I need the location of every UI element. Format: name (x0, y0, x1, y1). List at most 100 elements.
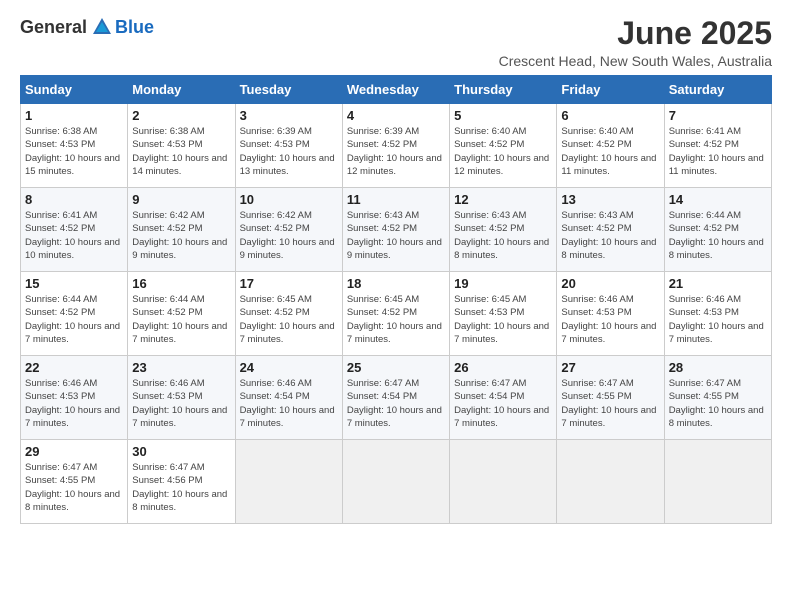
day-info: Sunrise: 6:38 AMSunset: 4:53 PMDaylight:… (132, 125, 230, 178)
day-number: 27 (561, 360, 659, 375)
list-item: 27 Sunrise: 6:47 AMSunset: 4:55 PMDayligh… (557, 356, 664, 440)
list-item: 23 Sunrise: 6:46 AMSunset: 4:53 PMDayligh… (128, 356, 235, 440)
day-number: 10 (240, 192, 338, 207)
day-info: Sunrise: 6:44 AMSunset: 4:52 PMDaylight:… (25, 293, 123, 346)
day-info: Sunrise: 6:46 AMSunset: 4:54 PMDaylight:… (240, 377, 338, 430)
day-number: 12 (454, 192, 552, 207)
day-info: Sunrise: 6:44 AMSunset: 4:52 PMDaylight:… (132, 293, 230, 346)
day-info: Sunrise: 6:42 AMSunset: 4:52 PMDaylight:… (132, 209, 230, 262)
day-info: Sunrise: 6:41 AMSunset: 4:52 PMDaylight:… (669, 125, 767, 178)
table-row: 22 Sunrise: 6:46 AMSunset: 4:53 PMDayligh… (21, 356, 772, 440)
list-item: 26 Sunrise: 6:47 AMSunset: 4:54 PMDayligh… (450, 356, 557, 440)
col-wednesday: Wednesday (342, 76, 449, 104)
col-saturday: Saturday (664, 76, 771, 104)
day-number: 26 (454, 360, 552, 375)
list-item: 6Sunrise: 6:40 AMSunset: 4:52 PMDaylight… (557, 104, 664, 188)
day-info: Sunrise: 6:47 AMSunset: 4:56 PMDaylight:… (132, 461, 230, 514)
title-area: June 2025 Crescent Head, New South Wales… (499, 16, 772, 69)
day-number: 22 (25, 360, 123, 375)
list-item: 16 Sunrise: 6:44 AMSunset: 4:52 PMDayligh… (128, 272, 235, 356)
day-number: 8 (25, 192, 123, 207)
day-number: 23 (132, 360, 230, 375)
day-info: Sunrise: 6:47 AMSunset: 4:55 PMDaylight:… (561, 377, 659, 430)
list-item (557, 440, 664, 524)
day-info: Sunrise: 6:40 AMSunset: 4:52 PMDaylight:… (454, 125, 552, 178)
list-item: 12 Sunrise: 6:43 AMSunset: 4:52 PMDayligh… (450, 188, 557, 272)
table-row: 1 Sunrise: 6:38 AMSunset: 4:53 PMDaylight… (21, 104, 772, 188)
day-info: Sunrise: 6:45 AMSunset: 4:52 PMDaylight:… (347, 293, 445, 346)
calendar-header: Sunday Monday Tuesday Wednesday Thursday… (21, 76, 772, 104)
list-item: 17Sunrise: 6:45 AMSunset: 4:52 PMDayligh… (235, 272, 342, 356)
day-info: Sunrise: 6:44 AMSunset: 4:52 PMDaylight:… (669, 209, 767, 262)
logo-icon (91, 16, 113, 38)
table-row: 8Sunrise: 6:41 AMSunset: 4:52 PMDaylight… (21, 188, 772, 272)
day-info: Sunrise: 6:43 AMSunset: 4:52 PMDaylight:… (347, 209, 445, 262)
list-item: 10 Sunrise: 6:42 AMSunset: 4:52 PMDayligh… (235, 188, 342, 272)
day-info: Sunrise: 6:47 AMSunset: 4:54 PMDaylight:… (454, 377, 552, 430)
list-item: 14 Sunrise: 6:44 AMSunset: 4:52 PMDayligh… (664, 188, 771, 272)
day-number: 1 (25, 108, 123, 123)
day-number: 6 (561, 108, 659, 123)
list-item: 2Sunrise: 6:38 AMSunset: 4:53 PMDaylight… (128, 104, 235, 188)
day-number: 28 (669, 360, 767, 375)
list-item: 8Sunrise: 6:41 AMSunset: 4:52 PMDaylight… (21, 188, 128, 272)
day-number: 30 (132, 444, 230, 459)
header-row: Sunday Monday Tuesday Wednesday Thursday… (21, 76, 772, 104)
list-item: 29Sunrise: 6:47 AMSunset: 4:55 PMDayligh… (21, 440, 128, 524)
calendar-page: General Blue June 2025 Crescent Head, Ne… (0, 0, 792, 612)
logo-general: General (20, 17, 87, 38)
list-item (450, 440, 557, 524)
day-number: 24 (240, 360, 338, 375)
col-monday: Monday (128, 76, 235, 104)
day-info: Sunrise: 6:39 AMSunset: 4:52 PMDaylight:… (347, 125, 445, 178)
day-number: 19 (454, 276, 552, 291)
day-info: Sunrise: 6:42 AMSunset: 4:52 PMDaylight:… (240, 209, 338, 262)
day-info: Sunrise: 6:43 AMSunset: 4:52 PMDaylight:… (454, 209, 552, 262)
day-number: 16 (132, 276, 230, 291)
list-item: 3 Sunrise: 6:39 AMSunset: 4:53 PMDaylight… (235, 104, 342, 188)
day-info: Sunrise: 6:39 AMSunset: 4:53 PMDaylight:… (240, 125, 338, 178)
day-number: 25 (347, 360, 445, 375)
day-number: 7 (669, 108, 767, 123)
day-info: Sunrise: 6:38 AMSunset: 4:53 PMDaylight:… (25, 125, 123, 178)
day-number: 5 (454, 108, 552, 123)
day-number: 21 (669, 276, 767, 291)
calendar-table: Sunday Monday Tuesday Wednesday Thursday… (20, 75, 772, 524)
col-sunday: Sunday (21, 76, 128, 104)
col-thursday: Thursday (450, 76, 557, 104)
day-number: 13 (561, 192, 659, 207)
list-item (342, 440, 449, 524)
day-info: Sunrise: 6:46 AMSunset: 4:53 PMDaylight:… (132, 377, 230, 430)
list-item: 22Sunrise: 6:46 AMSunset: 4:53 PMDayligh… (21, 356, 128, 440)
list-item: 28 Sunrise: 6:47 AMSunset: 4:55 PMDayligh… (664, 356, 771, 440)
day-info: Sunrise: 6:43 AMSunset: 4:52 PMDaylight:… (561, 209, 659, 262)
day-info: Sunrise: 6:47 AMSunset: 4:55 PMDaylight:… (669, 377, 767, 430)
day-number: 3 (240, 108, 338, 123)
table-row: 29Sunrise: 6:47 AMSunset: 4:55 PMDayligh… (21, 440, 772, 524)
list-item: 15 Sunrise: 6:44 AMSunset: 4:52 PMDayligh… (21, 272, 128, 356)
month-title: June 2025 (499, 16, 772, 51)
list-item (235, 440, 342, 524)
day-info: Sunrise: 6:45 AMSunset: 4:52 PMDaylight:… (240, 293, 338, 346)
day-info: Sunrise: 6:46 AMSunset: 4:53 PMDaylight:… (669, 293, 767, 346)
logo-blue: Blue (115, 17, 154, 38)
list-item: 20Sunrise: 6:46 AMSunset: 4:53 PMDayligh… (557, 272, 664, 356)
list-item: 19 Sunrise: 6:45 AMSunset: 4:53 PMDayligh… (450, 272, 557, 356)
list-item: 4Sunrise: 6:39 AMSunset: 4:52 PMDaylight… (342, 104, 449, 188)
list-item: 30 Sunrise: 6:47 AMSunset: 4:56 PMDayligh… (128, 440, 235, 524)
day-info: Sunrise: 6:45 AMSunset: 4:53 PMDaylight:… (454, 293, 552, 346)
col-tuesday: Tuesday (235, 76, 342, 104)
day-number: 11 (347, 192, 445, 207)
list-item (664, 440, 771, 524)
day-number: 14 (669, 192, 767, 207)
day-number: 29 (25, 444, 123, 459)
calendar-body: 1 Sunrise: 6:38 AMSunset: 4:53 PMDaylight… (21, 104, 772, 524)
list-item: 11 Sunrise: 6:43 AMSunset: 4:52 PMDayligh… (342, 188, 449, 272)
list-item: 7 Sunrise: 6:41 AMSunset: 4:52 PMDaylight… (664, 104, 771, 188)
list-item: 9Sunrise: 6:42 AMSunset: 4:52 PMDaylight… (128, 188, 235, 272)
list-item: 24 Sunrise: 6:46 AMSunset: 4:54 PMDayligh… (235, 356, 342, 440)
list-item: 13 Sunrise: 6:43 AMSunset: 4:52 PMDayligh… (557, 188, 664, 272)
day-info: Sunrise: 6:47 AMSunset: 4:54 PMDaylight:… (347, 377, 445, 430)
day-number: 20 (561, 276, 659, 291)
day-number: 15 (25, 276, 123, 291)
